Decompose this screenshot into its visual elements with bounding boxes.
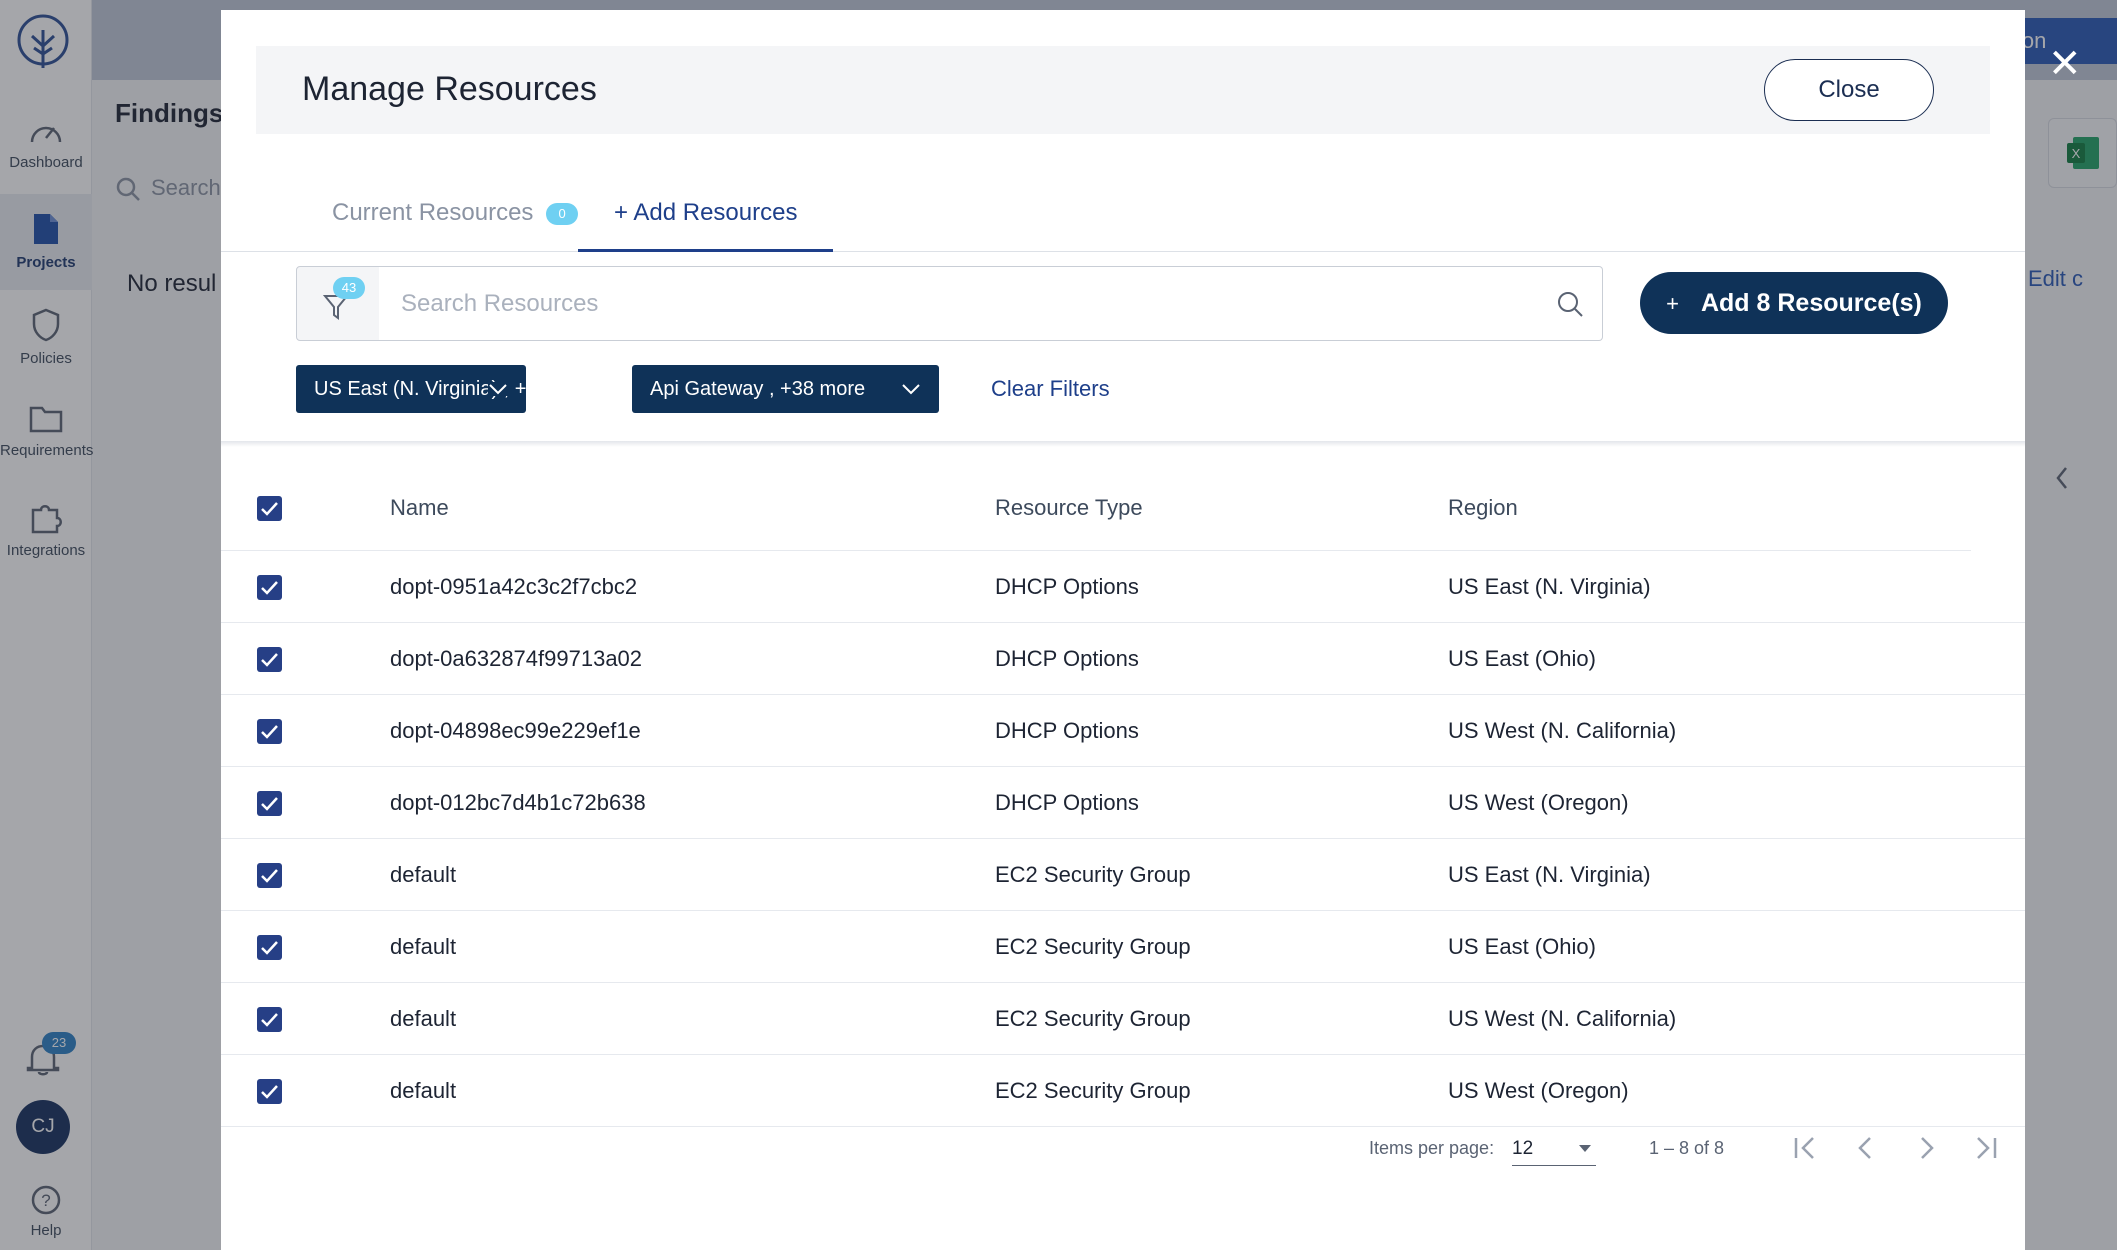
cell-name: default <box>390 934 457 959</box>
filter-button[interactable]: 43 <box>296 266 380 341</box>
cell-resource-type: DHCP Options <box>995 574 1139 599</box>
check-icon <box>261 869 278 883</box>
pagination: Items per page: 12 1 – 8 of 8 <box>221 1120 2025 1180</box>
table-row[interactable]: dopt-0a632874f99713a02 DHCP Options US E… <box>221 623 2025 695</box>
cell-name: dopt-0a632874f99713a02 <box>390 646 643 671</box>
resources-table: Name Resource Type Region dopt-0951a42c3… <box>221 465 2025 1127</box>
select-all-checkbox[interactable] <box>257 496 282 521</box>
cell-name: default <box>390 862 457 887</box>
previous-page-icon[interactable] <box>1848 1130 1884 1166</box>
column-header-name[interactable]: Name <box>390 465 449 551</box>
caret-down-icon <box>1579 1145 1591 1152</box>
cell-region: US West (N. California) <box>1448 1006 1677 1031</box>
check-icon <box>261 1085 278 1099</box>
filter-count-badge: 43 <box>333 277 365 299</box>
cell-name: default <box>390 1006 457 1031</box>
chevron-down-icon <box>488 382 508 396</box>
cell-region: US East (Ohio) <box>1448 934 1596 959</box>
table-header-row: Name Resource Type Region <box>221 465 1971 551</box>
row-checkbox[interactable] <box>257 575 282 600</box>
cell-name: dopt-0951a42c3c2f7cbc2 <box>390 574 638 599</box>
cell-region: US East (N. Virginia) <box>1448 862 1651 887</box>
row-checkbox[interactable] <box>257 1007 282 1032</box>
cell-resource-type: DHCP Options <box>995 790 1139 815</box>
resource-type-filter-dropdown[interactable]: Api Gateway , +38 more <box>632 365 939 413</box>
check-icon <box>261 653 278 667</box>
table-row[interactable]: dopt-0951a42c3c2f7cbc2 DHCP Options US E… <box>221 551 2025 623</box>
check-icon <box>261 581 278 595</box>
cell-name: default <box>390 1078 457 1103</box>
plus-icon: + <box>1666 291 1679 316</box>
add-resources-button[interactable]: + Add 8 Resource(s) <box>1640 272 1948 334</box>
table-row[interactable]: default EC2 Security Group US West (N. C… <box>221 983 2025 1055</box>
current-count-badge: 0 <box>546 202 579 225</box>
search-icon[interactable] <box>1556 290 1584 318</box>
page-range-label: 1 – 8 of 8 <box>1649 1138 1725 1158</box>
resource-type-filter-label: Api Gateway , +38 more <box>650 378 866 400</box>
tab-add-resources[interactable]: + Add Resources <box>578 180 834 252</box>
chevron-down-icon <box>902 384 920 395</box>
last-page-icon[interactable] <box>1968 1130 2004 1166</box>
items-per-page-value: 12 <box>1512 1138 1534 1159</box>
check-icon <box>261 725 278 739</box>
check-icon <box>261 941 278 955</box>
row-checkbox[interactable] <box>257 1079 282 1104</box>
cell-resource-type: EC2 Security Group <box>995 1006 1191 1031</box>
cell-resource-type: EC2 Security Group <box>995 934 1191 959</box>
cell-region: US West (Oregon) <box>1448 790 1629 815</box>
check-icon <box>261 797 278 811</box>
search-resources-input[interactable] <box>379 266 1603 341</box>
cell-region: US East (Ohio) <box>1448 646 1596 671</box>
check-icon <box>261 1013 278 1027</box>
cell-resource-type: DHCP Options <box>995 718 1139 743</box>
cell-resource-type: EC2 Security Group <box>995 862 1191 887</box>
tab-current-label: Current Resources <box>332 199 534 226</box>
column-header-region[interactable]: Region <box>1448 465 1518 551</box>
close-icon[interactable]: ✕ <box>2048 44 2082 84</box>
row-checkbox[interactable] <box>257 935 282 960</box>
column-header-resource-type[interactable]: Resource Type <box>995 465 1143 551</box>
cell-region: US West (Oregon) <box>1448 1078 1629 1103</box>
cell-name: dopt-012bc7d4b1c72b638 <box>390 790 646 815</box>
close-button[interactable]: Close <box>1764 59 1934 121</box>
table-row[interactable]: dopt-012bc7d4b1c72b638 DHCP Options US W… <box>221 767 2025 839</box>
modal-header: Manage Resources Close <box>256 46 1990 134</box>
resource-tabs: Current Resources 0 + Add Resources <box>221 180 2025 252</box>
table-row[interactable]: dopt-04898ec99e229ef1e DHCP Options US W… <box>221 695 2025 767</box>
section-divider <box>221 441 2025 447</box>
first-page-icon[interactable] <box>1787 1130 1823 1166</box>
cell-region: US East (N. Virginia) <box>1448 574 1651 599</box>
tab-current-resources[interactable]: Current Resources 0 <box>296 180 614 252</box>
table-row[interactable]: default EC2 Security Group US East (Ohio… <box>221 911 2025 983</box>
table-row[interactable]: default EC2 Security Group US East (N. V… <box>221 839 2025 911</box>
region-filter-dropdown[interactable]: US East (N. Virginia) , +3 ... <box>296 365 526 413</box>
add-resources-label: Add 8 Resource(s) <box>1700 289 1922 317</box>
row-checkbox[interactable] <box>257 791 282 816</box>
cell-resource-type: EC2 Security Group <box>995 1078 1191 1103</box>
row-checkbox[interactable] <box>257 863 282 888</box>
next-page-icon[interactable] <box>1908 1130 1944 1166</box>
items-per-page-select[interactable]: 12 <box>1512 1132 1596 1166</box>
cell-region: US West (N. California) <box>1448 718 1677 743</box>
clear-filters-link[interactable]: Clear Filters <box>991 376 1110 402</box>
cell-name: dopt-04898ec99e229ef1e <box>390 718 641 743</box>
items-per-page-label: Items per page: <box>1369 1138 1495 1158</box>
check-icon <box>261 502 278 516</box>
manage-resources-modal: Manage Resources Close Current Resources… <box>221 10 2025 1250</box>
row-checkbox[interactable] <box>257 719 282 744</box>
row-checkbox[interactable] <box>257 647 282 672</box>
table-row[interactable]: default EC2 Security Group US West (Oreg… <box>221 1055 2025 1127</box>
modal-title: Manage Resources <box>302 70 597 108</box>
cell-resource-type: DHCP Options <box>995 646 1139 671</box>
